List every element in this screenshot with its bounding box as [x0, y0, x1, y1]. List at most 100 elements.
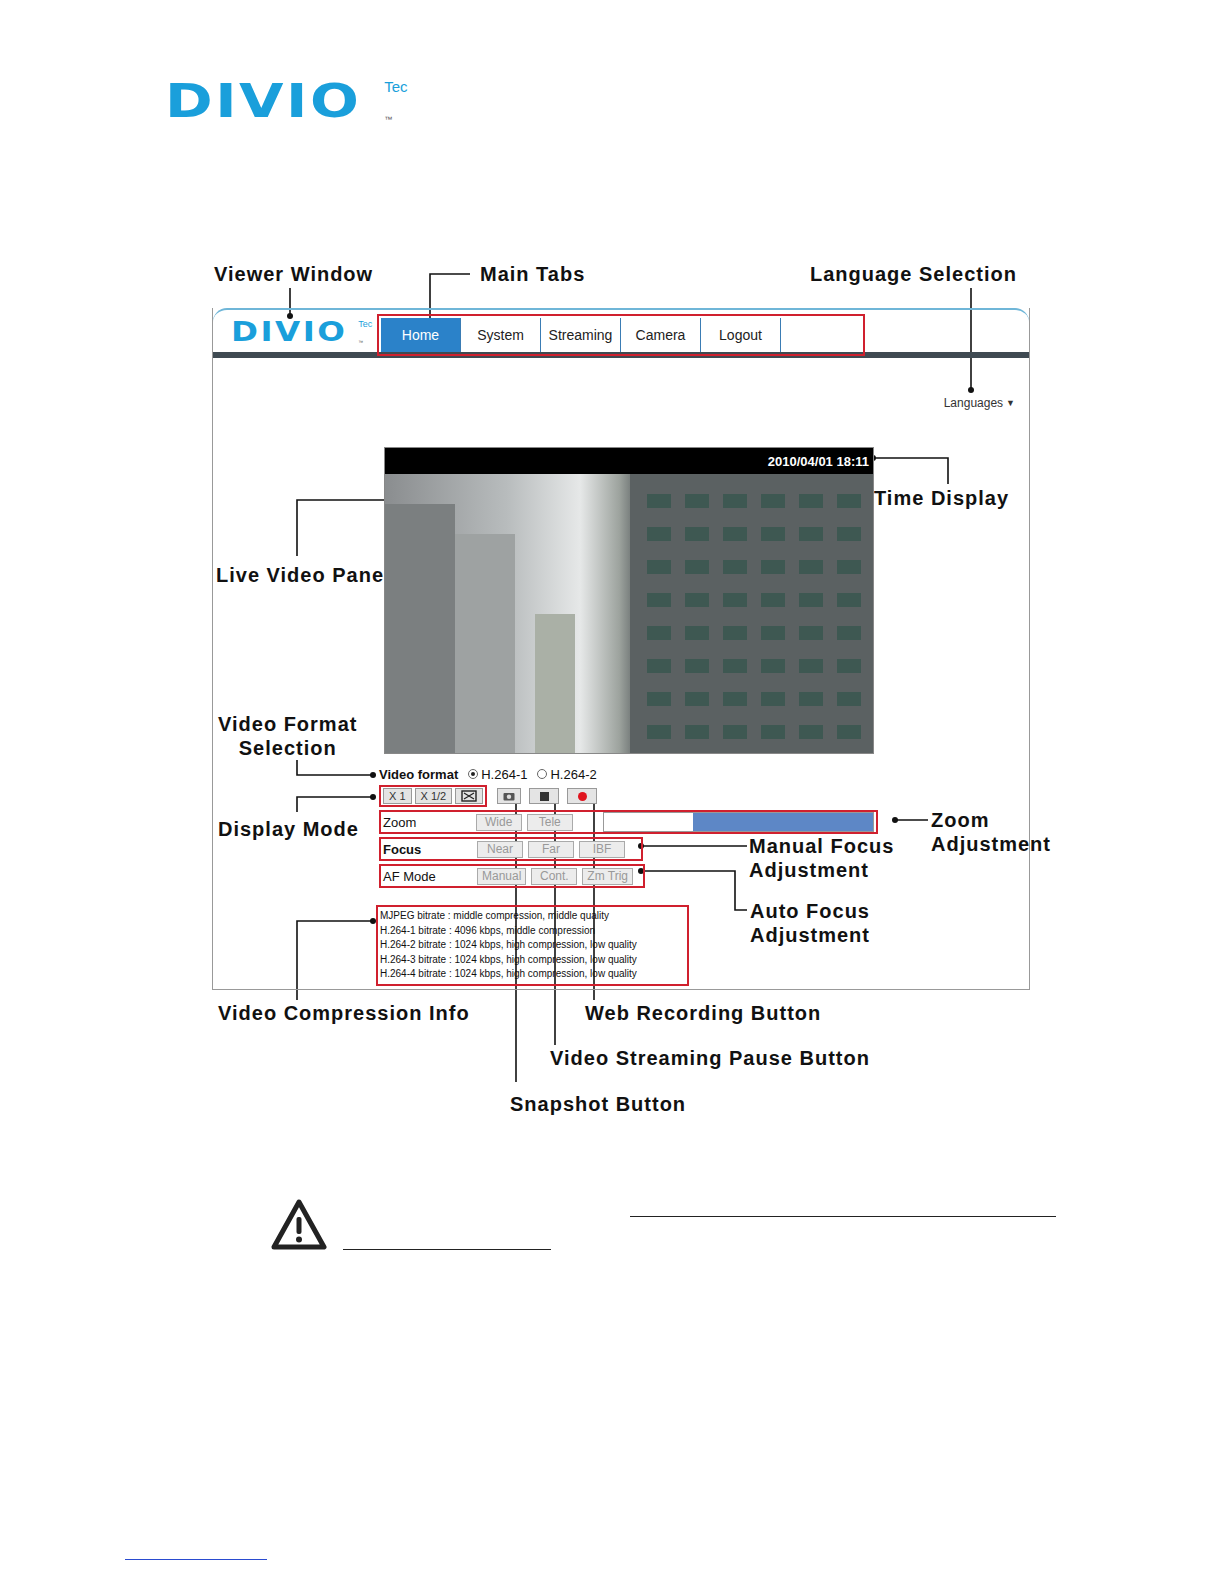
zoom-row-label: Zoom: [383, 815, 476, 830]
zoom-fill: [693, 813, 873, 831]
language-label: Languages: [944, 396, 1003, 410]
record-icon: [578, 792, 587, 801]
zoom-row-button[interactable]: Tele: [527, 814, 573, 831]
focus-row-button[interactable]: Far: [528, 841, 574, 858]
viewer-window: DIVIOTec™HomeSystemStreamingCameraLogout…: [212, 308, 1030, 990]
tab[interactable]: System: [461, 318, 541, 352]
callout-label: Viewer Window: [214, 262, 373, 286]
window-shape: [685, 593, 709, 607]
video-format-option[interactable]: H.264-2: [537, 767, 596, 782]
time-bar: 2010/04/01 18:11: [385, 448, 873, 474]
window-shape: [685, 527, 709, 541]
window-shape: [799, 527, 823, 541]
callout-label: Snapshot Button: [510, 1092, 686, 1116]
option-label: H.264-1: [481, 767, 527, 782]
callout-line: Main Tabs: [480, 262, 585, 286]
window-shape: [837, 725, 861, 739]
af-mode-row-button[interactable]: Cont.: [531, 868, 577, 885]
window-shape: [723, 593, 747, 607]
callout-label: Video Streaming Pause Button: [550, 1046, 870, 1070]
logo-tm: ™: [358, 339, 372, 345]
logo: DIVIOTec™: [165, 78, 407, 124]
pause-button[interactable]: [529, 788, 559, 804]
window-shape: [837, 626, 861, 640]
compression-line: H.264-2 bitrate : 1024 kbps, high compre…: [380, 938, 685, 953]
warning-icon: [270, 1198, 328, 1252]
callout-label: Time Display: [874, 486, 1009, 510]
time-display: 2010/04/01 18:11: [768, 454, 869, 469]
callout-line: Viewer Window: [214, 262, 373, 286]
window-shape: [723, 626, 747, 640]
callout-label: ZoomAdjustment: [931, 808, 1051, 856]
window-shape: [761, 626, 785, 640]
af-mode-row: AF ModeManualCont.Zm Trig: [379, 864, 645, 888]
viewer-header: DIVIOTec™HomeSystemStreamingCameraLogout: [213, 308, 1029, 352]
callout-line: Auto Focus: [750, 899, 870, 923]
window-shape: [647, 725, 671, 739]
logo: DIVIOTec™: [231, 319, 372, 345]
callout-line: Adjustment: [931, 832, 1051, 856]
focus-row: FocusNearFarIBF: [379, 837, 643, 861]
callout-label: Main Tabs: [480, 262, 585, 286]
focus-row-button[interactable]: IBF: [579, 841, 625, 858]
callout-line: Video Compression Info: [218, 1001, 470, 1025]
window-shape: [799, 626, 823, 640]
window-shape: [723, 659, 747, 673]
callout-line: Selection: [218, 736, 357, 760]
display-mode-button[interactable]: X 1/2: [415, 788, 453, 804]
window-shape: [723, 494, 747, 508]
logo-suffix: Tec: [358, 319, 372, 329]
callout-label: Web Recording Button: [585, 1001, 821, 1025]
display-mode-group: X 1X 1/2: [379, 785, 487, 807]
callout-line: Time Display: [874, 486, 1009, 510]
af-mode-row-button[interactable]: Manual: [477, 868, 526, 885]
language-selector[interactable]: Languages▼: [944, 396, 1015, 410]
window-shape: [685, 494, 709, 508]
window-shape: [761, 527, 785, 541]
radio-button[interactable]: [537, 769, 547, 779]
record-button[interactable]: [567, 788, 597, 804]
zoom-slider[interactable]: [603, 812, 874, 832]
video-format-option[interactable]: H.264-1: [468, 767, 527, 782]
callout-line: Web Recording Button: [585, 1001, 821, 1025]
display-mode-button[interactable]: X 1: [383, 788, 412, 804]
tab[interactable]: Camera: [621, 318, 701, 352]
callout-label: Auto FocusAdjustment: [750, 899, 870, 947]
tab[interactable]: Logout: [701, 318, 781, 352]
underline-rule: [630, 1216, 1056, 1217]
window-shape: [837, 494, 861, 508]
window-shape: [647, 527, 671, 541]
viewer-logo: DIVIOTec™: [213, 312, 373, 352]
tab-spacer: [781, 318, 861, 352]
building-shape: [385, 504, 455, 753]
video-format-row: Video formatH.264-1H.264-2: [379, 766, 597, 782]
building-shape: [630, 474, 873, 753]
tab[interactable]: Home: [381, 318, 461, 352]
af-mode-row-button[interactable]: Zm Trig: [582, 868, 633, 885]
language-row: Languages▼: [379, 396, 1029, 410]
button-row: X 1X 1/2: [379, 785, 597, 807]
tab[interactable]: Streaming: [541, 318, 621, 352]
focus-row-button[interactable]: Near: [477, 841, 523, 858]
zoom-row: ZoomWide Tele: [379, 810, 878, 834]
callout-line: Video Format: [218, 712, 357, 736]
window-shape: [723, 560, 747, 574]
logo-tm: ™: [384, 115, 407, 124]
window-shape: [799, 560, 823, 574]
snapshot-button[interactable]: [497, 788, 521, 804]
fullscreen-button[interactable]: [455, 788, 483, 804]
window-shape: [647, 626, 671, 640]
logo-side: Tec ™: [358, 319, 372, 345]
building-shape: [455, 534, 515, 753]
main-tabs: HomeSystemStreamingCameraLogout: [377, 314, 865, 356]
window-shape: [647, 494, 671, 508]
leader-lines: [0, 0, 1224, 1584]
radio-button[interactable]: [468, 769, 478, 779]
callout-line: Live Video Pane: [216, 563, 384, 587]
callout-label: Language Selection: [810, 262, 1017, 286]
compression-line: H.264-4 bitrate : 1024 kbps, high compre…: [380, 967, 685, 982]
callout-line: Snapshot Button: [510, 1092, 686, 1116]
callout-label: Video Compression Info: [218, 1001, 470, 1025]
zoom-row-button[interactable]: Wide: [476, 814, 522, 831]
callout-label: Manual FocusAdjustment: [749, 834, 894, 882]
